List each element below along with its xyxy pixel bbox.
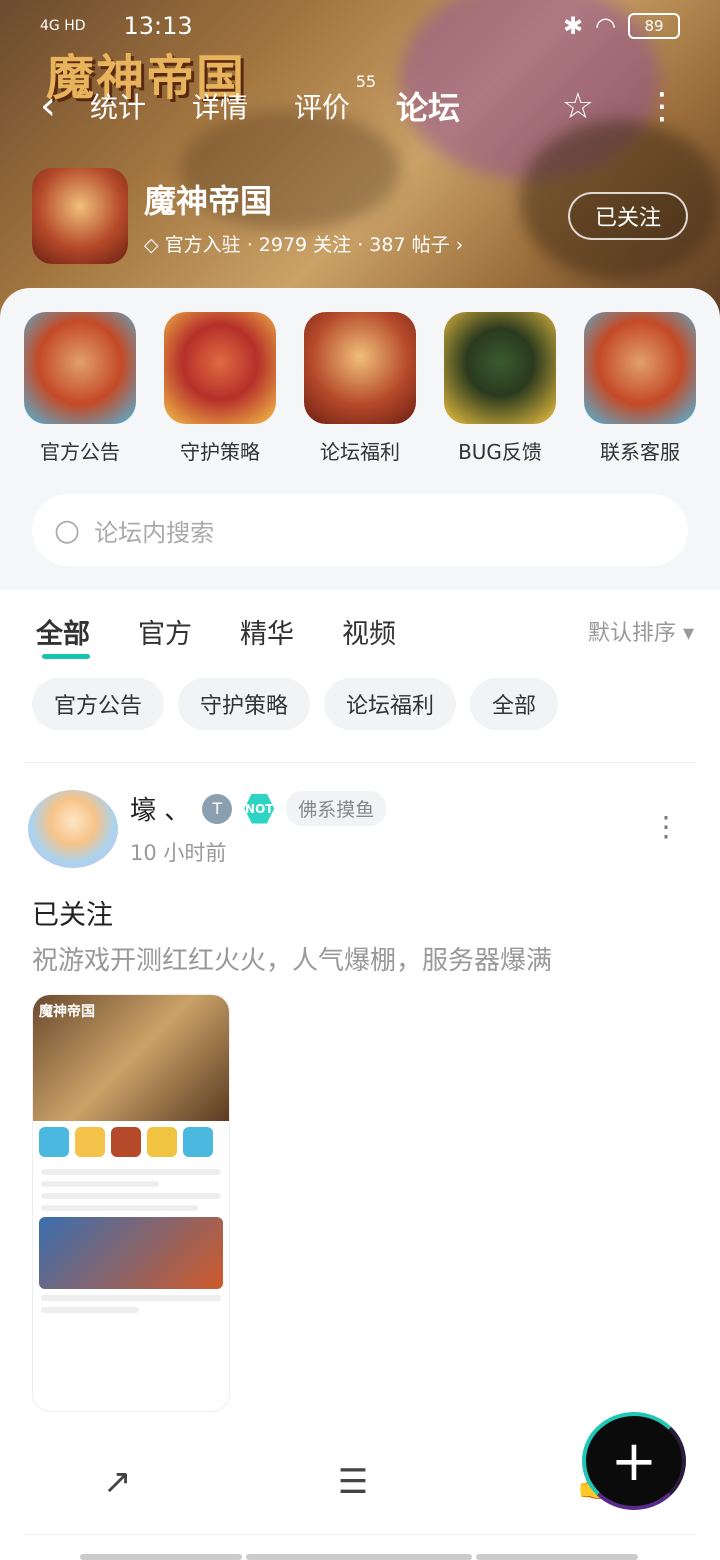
not-badge-icon: NOT — [244, 793, 275, 824]
battery-icon: 89 — [628, 13, 680, 39]
image-preview — [39, 1217, 223, 1289]
forum-panel: 官方公告 守护策略 论坛福利 BUG反馈 联系客服 ○ 论坛内搜索 — [0, 288, 720, 590]
category-support[interactable]: 联系客服 — [584, 312, 696, 465]
category-benefits[interactable]: 论坛福利 — [304, 312, 416, 465]
avatar[interactable] — [28, 790, 118, 868]
tab-stats[interactable]: 统计 — [90, 86, 146, 126]
chip-benefits[interactable]: 论坛福利 — [324, 678, 457, 730]
clock: 13:13 — [123, 12, 193, 40]
image-banner: 魔神帝国 — [33, 995, 229, 1121]
app-name: 魔神帝国 — [144, 181, 273, 220]
author-name[interactable]: 壕 、 — [130, 790, 190, 827]
filter-tabs: 全部 官方 精华 视频 默认排序 ▾ — [36, 606, 694, 659]
category-icon — [164, 312, 276, 424]
tab-forum[interactable]: 论坛 — [392, 83, 465, 133]
app-stats[interactable]: ◇ 官方入驻 · 2979 关注 · 387 帖子 › — [144, 230, 463, 257]
user-tag: 佛系摸鱼 — [286, 791, 387, 826]
category-icon — [444, 312, 556, 424]
review-count-badge: 55 — [355, 72, 377, 91]
post-time: 10 小时前 — [130, 841, 227, 865]
chip-strategy[interactable]: 守护策略 — [178, 678, 311, 730]
follow-button[interactable]: 已关注 — [568, 192, 688, 240]
back-arrow-icon[interactable]: ‹ — [40, 83, 90, 129]
image-line — [41, 1205, 198, 1211]
gesture-bar — [80, 1554, 638, 1560]
chip-official-notice[interactable]: 官方公告 — [32, 678, 165, 730]
search-input[interactable]: ○ 论坛内搜索 — [32, 494, 688, 566]
category-strategy[interactable]: 守护策略 — [164, 312, 276, 465]
sort-dropdown[interactable]: 默认排序 ▾ — [588, 615, 694, 647]
post-body[interactable]: 祝游戏开测红红火火，人气爆棚，服务器爆满 — [32, 940, 552, 977]
wifi-icon: ◠ — [595, 12, 616, 40]
signal-indicator: 4G HD — [40, 18, 86, 34]
post-image[interactable]: 魔神帝国 — [32, 994, 230, 1412]
more-vertical-icon[interactable]: ⋮ — [644, 86, 680, 127]
top-nav: ‹ 统计 详情 评价 55 论坛 ☆ ⋮ — [40, 72, 680, 133]
share-icon[interactable]: ↗ — [103, 1462, 132, 1502]
chip-all[interactable]: 全部 — [470, 678, 559, 730]
category-icon — [304, 312, 416, 424]
image-line — [41, 1169, 221, 1175]
filter-tab-all[interactable]: 全部 — [36, 612, 90, 659]
category-official-notice[interactable]: 官方公告 — [24, 312, 136, 465]
post-title[interactable]: 已关注 — [32, 893, 113, 932]
app-icon[interactable] — [32, 168, 128, 264]
image-icons — [33, 1121, 229, 1163]
bluetooth-icon: ✱ — [562, 12, 584, 40]
search-icon: ○ — [54, 512, 81, 548]
image-line — [41, 1181, 159, 1187]
post-more-icon[interactable]: ⋮ — [652, 810, 680, 870]
divider — [24, 1534, 696, 1535]
image-line — [41, 1193, 221, 1199]
create-post-button[interactable]: + — [582, 1412, 686, 1510]
chip-row: 官方公告 守护策略 论坛福利 全部 — [32, 678, 559, 730]
diamond-icon: ◇ — [144, 233, 165, 256]
level-badge-icon: T — [202, 793, 233, 824]
image-line — [41, 1295, 221, 1301]
category-bug-report[interactable]: BUG反馈 — [444, 312, 556, 465]
app-header: 魔神帝国 ◇ 官方入驻 · 2979 关注 · 387 帖子 › 已关注 — [32, 168, 688, 264]
image-logo: 魔神帝国 — [39, 1004, 95, 1020]
comment-icon[interactable]: ☰ — [338, 1462, 368, 1502]
filter-tab-video[interactable]: 视频 — [342, 612, 396, 651]
star-icon[interactable]: ☆ — [562, 86, 594, 127]
category-icon — [584, 312, 696, 424]
category-icon — [24, 312, 136, 424]
image-line — [41, 1307, 139, 1313]
tab-reviews[interactable]: 评价 55 — [294, 72, 376, 126]
post-header: 壕 、 T NOT 佛系摸鱼 10 小时前 ⋮ — [28, 790, 680, 870]
filter-tab-official[interactable]: 官方 — [138, 612, 192, 651]
tab-details[interactable]: 详情 — [192, 86, 248, 126]
filter-tab-featured[interactable]: 精华 — [240, 612, 294, 651]
divider — [24, 762, 696, 763]
